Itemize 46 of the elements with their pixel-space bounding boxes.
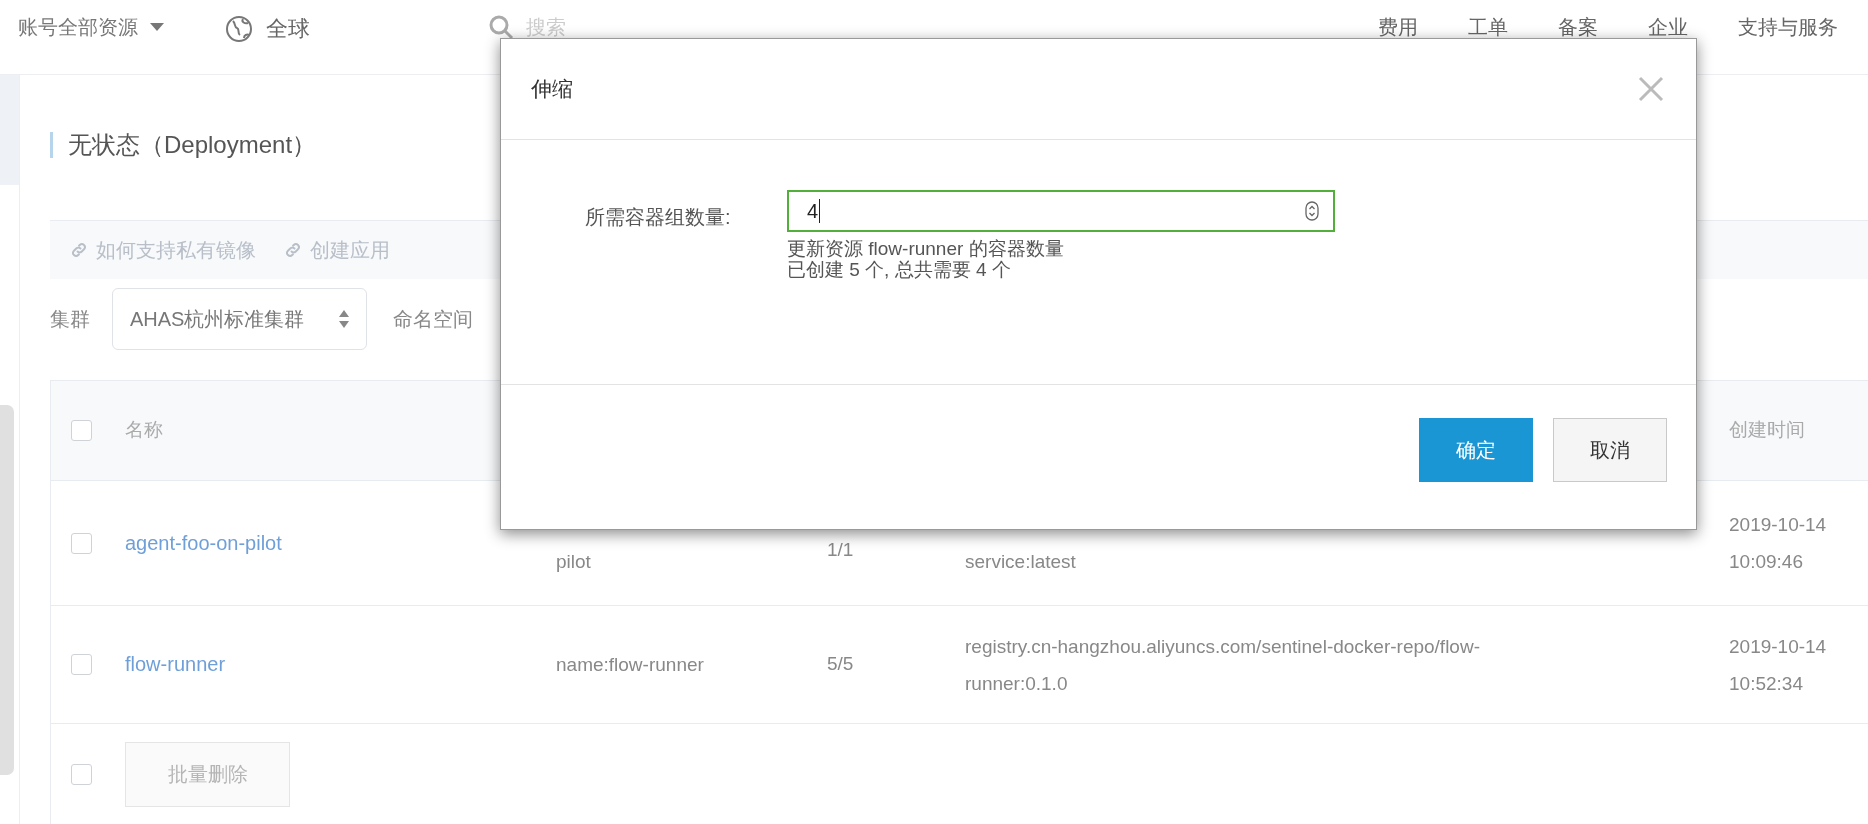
cluster-label: 集群 [50, 307, 90, 333]
label-text: pilot [556, 550, 591, 574]
close-button[interactable] [1636, 74, 1666, 104]
sort-arrows-icon [339, 310, 349, 329]
help-text: 更新资源 flow-runner 的容器数量 [787, 238, 1064, 259]
caret-icon [150, 22, 164, 32]
globe-icon [224, 13, 254, 44]
search-icon [488, 14, 514, 40]
help-text: 已创建 5 个, 总共需要 4 个 [787, 259, 1011, 280]
confirm-button[interactable]: 确定 [1419, 418, 1533, 482]
cancel-button[interactable]: 取消 [1553, 418, 1667, 482]
label-text: name:flow-runner [556, 653, 704, 677]
stepper-icon[interactable] [1305, 201, 1319, 221]
page-title: 无状态（Deployment） [68, 129, 317, 160]
link-icon [70, 240, 88, 259]
image-text: service:latest [965, 550, 1076, 574]
scrollbar[interactable] [0, 405, 14, 775]
link-icon [284, 240, 302, 259]
column-header: 名称 [125, 418, 164, 443]
created-time: 2019-10-14 [1729, 634, 1827, 659]
checkbox[interactable] [71, 654, 92, 675]
nav-link[interactable]: 企业 [1648, 12, 1688, 42]
field-value: 4 [807, 199, 819, 224]
nav-link[interactable]: 工单 [1468, 12, 1508, 42]
nav-link[interactable]: 备案 [1558, 12, 1598, 42]
nav-link[interactable]: 费用 [1378, 12, 1418, 42]
created-time: 2019-10-14 [1729, 513, 1827, 537]
image-text: runner:0.1.0 [965, 671, 1068, 696]
namespace-label: 命名空间 [393, 307, 473, 333]
pods-count: 5/5 [827, 653, 854, 675]
checkbox[interactable] [71, 532, 92, 554]
created-time: 10:52:34 [1729, 671, 1803, 696]
nav-link[interactable]: 支持与服务 [1738, 12, 1838, 42]
pods-count: 1/1 [827, 537, 855, 562]
column-header: 创建时间 [1729, 418, 1805, 443]
created-time: 10:09:46 [1729, 550, 1803, 574]
cluster-select[interactable]: AHAS杭州标准集群 [112, 288, 367, 351]
text-cursor [819, 199, 821, 223]
field-label: 所需容器组数量: [585, 205, 732, 230]
replica-count-field[interactable]: 4 [787, 190, 1335, 232]
checkbox[interactable] [71, 420, 92, 441]
title-accent-bar [50, 131, 53, 158]
image-text: registry.cn-hangzhou.aliyuncs.com/sentinel-docker-repo/flow- [965, 634, 1480, 659]
account-menu[interactable]: 账号全部资源 [18, 12, 164, 42]
dialog-title: 伸缩 [531, 76, 573, 103]
region-selector[interactable]: 全球 [224, 12, 310, 45]
